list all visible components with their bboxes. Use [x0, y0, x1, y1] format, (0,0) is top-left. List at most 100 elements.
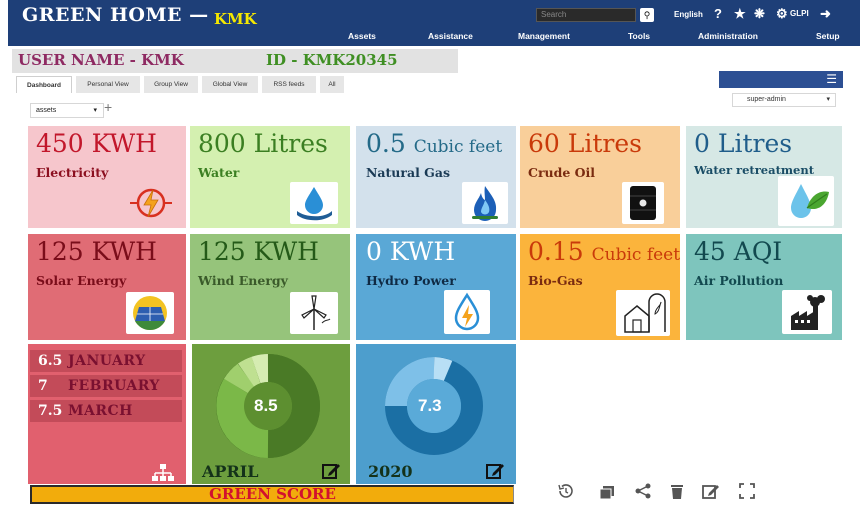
- search-icon[interactable]: ⚲: [640, 8, 654, 22]
- card-label: Crude Oil: [528, 165, 596, 180]
- card-value: 450 KWH: [36, 129, 157, 158]
- card-solar-energy[interactable]: 125 KWH Solar Energy: [28, 234, 186, 340]
- year-score-value: 7.3: [418, 396, 442, 415]
- card-label: Water: [198, 165, 240, 180]
- history-icon[interactable]: [556, 482, 574, 500]
- fullscreen-icon[interactable]: [738, 482, 756, 500]
- card-value: 0 Litres: [694, 129, 793, 158]
- card-water[interactable]: 800 Litres Water: [190, 126, 350, 228]
- search-input[interactable]: Search: [536, 8, 636, 22]
- chevron-down-icon: ▾: [93, 107, 97, 114]
- month-row: 7.5 MARCH: [30, 400, 182, 422]
- tab-all[interactable]: All: [320, 76, 344, 93]
- profile-select[interactable]: super-admin ▾: [732, 93, 836, 107]
- share-icon[interactable]: [634, 482, 652, 500]
- tab-group-view[interactable]: Group View: [144, 76, 198, 93]
- gear-icon[interactable]: ⚙: [776, 6, 788, 22]
- month-score: 7: [38, 378, 48, 394]
- card-label: Solar Energy: [36, 273, 127, 288]
- trash-icon[interactable]: [668, 482, 686, 500]
- card-label: Wind Energy: [198, 273, 288, 288]
- tab-personal-view[interactable]: Personal View: [76, 76, 140, 93]
- card-value-unit: Cubic feet: [591, 245, 680, 265]
- card-air-pollution[interactable]: 45 AQI Air Pollution: [686, 234, 842, 340]
- menu-assets[interactable]: Assets: [348, 31, 376, 41]
- brand-title[interactable]: GREEN HOME —: [22, 4, 209, 26]
- tab-dashboard[interactable]: Dashboard: [16, 76, 72, 93]
- menu-tools[interactable]: Tools: [628, 31, 650, 41]
- april-score-value: 8.5: [254, 396, 278, 415]
- copy-icon[interactable]: [598, 482, 616, 500]
- factory-icon: [782, 290, 832, 334]
- edit-icon[interactable]: [702, 482, 720, 500]
- card-year-score[interactable]: 7.3 2020: [356, 344, 516, 484]
- hamburger-menu-icon[interactable]: ☰: [719, 71, 843, 88]
- april-label: APRIL: [202, 462, 259, 481]
- add-dashboard-icon[interactable]: +: [104, 99, 112, 115]
- debug-icon[interactable]: ❋: [754, 6, 765, 22]
- month-score: 7.5: [38, 403, 63, 419]
- card-water-retreatment[interactable]: 0 Litres Water retreatment: [686, 126, 842, 228]
- month-score-list: 6.5 JANUARY 7 FEBRUARY 7.5 MARCH: [30, 350, 182, 425]
- menu-assistance[interactable]: Assistance: [428, 31, 473, 41]
- card-label: Bio-Gas: [528, 273, 583, 288]
- dashboard-select-value: assets: [36, 107, 57, 114]
- card-label: Water retreatment: [694, 163, 815, 177]
- menu-setup[interactable]: Setup: [816, 31, 840, 41]
- card-value-number: 0.5: [366, 129, 406, 158]
- help-icon[interactable]: ?: [714, 6, 722, 22]
- card-electricity[interactable]: 450 KWH Electricity: [28, 126, 186, 228]
- month-name: JANUARY: [68, 353, 146, 369]
- logout-icon[interactable]: ➜: [820, 6, 831, 22]
- chevron-down-icon: ▾: [826, 96, 830, 103]
- card-value-number: 0.15: [528, 237, 584, 266]
- edit-icon[interactable]: [322, 462, 340, 480]
- month-name: FEBRUARY: [68, 378, 160, 394]
- green-score-banner: GREEN SCORE: [30, 485, 514, 504]
- language-selector[interactable]: English: [674, 10, 703, 19]
- sitemap-icon[interactable]: [152, 464, 174, 482]
- month-score: 6.5: [38, 353, 63, 369]
- card-crude-oil[interactable]: 60 Litres Crude Oil: [520, 126, 680, 228]
- card-monthly-scores[interactable]: 6.5 JANUARY 7 FEBRUARY 7.5 MARCH: [28, 344, 186, 484]
- gas-flame-icon: [462, 182, 508, 224]
- card-label: Air Pollution: [694, 273, 784, 288]
- top-bar: GREEN HOME — KMK Search ⚲ English ? ★ ❋ …: [8, 0, 860, 46]
- user-menu-label[interactable]: GLPI: [790, 9, 809, 18]
- menu-administration[interactable]: Administration: [698, 31, 758, 41]
- month-row: 6.5 JANUARY: [30, 350, 182, 372]
- card-value: 0 KWH: [366, 237, 456, 266]
- card-value: 0.15 Cubic feet: [528, 237, 680, 266]
- star-icon[interactable]: ★: [734, 6, 746, 22]
- tab-rss-feeds[interactable]: RSS feeds: [262, 76, 316, 93]
- year-label: 2020: [368, 462, 413, 481]
- card-label: Electricity: [36, 165, 109, 180]
- card-wind-energy[interactable]: 125 KWH Wind Energy: [190, 234, 350, 340]
- card-label: Natural Gas: [366, 165, 450, 180]
- user-id: ID - KMK20345: [266, 51, 398, 69]
- edit-icon[interactable]: [486, 462, 504, 480]
- card-value: 0.5 Cubic feet: [366, 129, 502, 158]
- tab-global-view[interactable]: Global View: [202, 76, 258, 93]
- card-value: 125 KWH: [198, 237, 319, 266]
- card-natural-gas[interactable]: 0.5 Cubic feet Natural Gas: [356, 126, 516, 228]
- month-row: 7 FEBRUARY: [30, 375, 182, 397]
- card-bio-gas[interactable]: 0.15 Cubic feet Bio-Gas: [520, 234, 680, 340]
- electricity-icon: [126, 182, 176, 224]
- oil-barrel-icon: [622, 182, 664, 224]
- menu-management[interactable]: Management: [518, 31, 570, 41]
- month-name: MARCH: [68, 403, 133, 419]
- user-name: USER NAME - KMK: [18, 51, 184, 69]
- card-april-score[interactable]: 8.5 APRIL: [192, 344, 350, 484]
- card-value: 60 Litres: [528, 129, 642, 158]
- profile-select-value: super-admin: [747, 96, 786, 103]
- biogas-plant-icon: [616, 290, 670, 336]
- solar-panel-icon: [126, 292, 174, 334]
- brand-subtitle: KMK: [214, 10, 257, 28]
- card-value: 125 KWH: [36, 237, 157, 266]
- card-value-unit: Cubic feet: [413, 137, 503, 157]
- card-hydro-power[interactable]: 0 KWH Hydro Power: [356, 234, 516, 340]
- dashboard-select[interactable]: assets ▾: [30, 103, 104, 118]
- card-value: 45 AQI: [694, 237, 783, 266]
- user-info-bar: USER NAME - KMK ID - KMK20345: [12, 49, 458, 73]
